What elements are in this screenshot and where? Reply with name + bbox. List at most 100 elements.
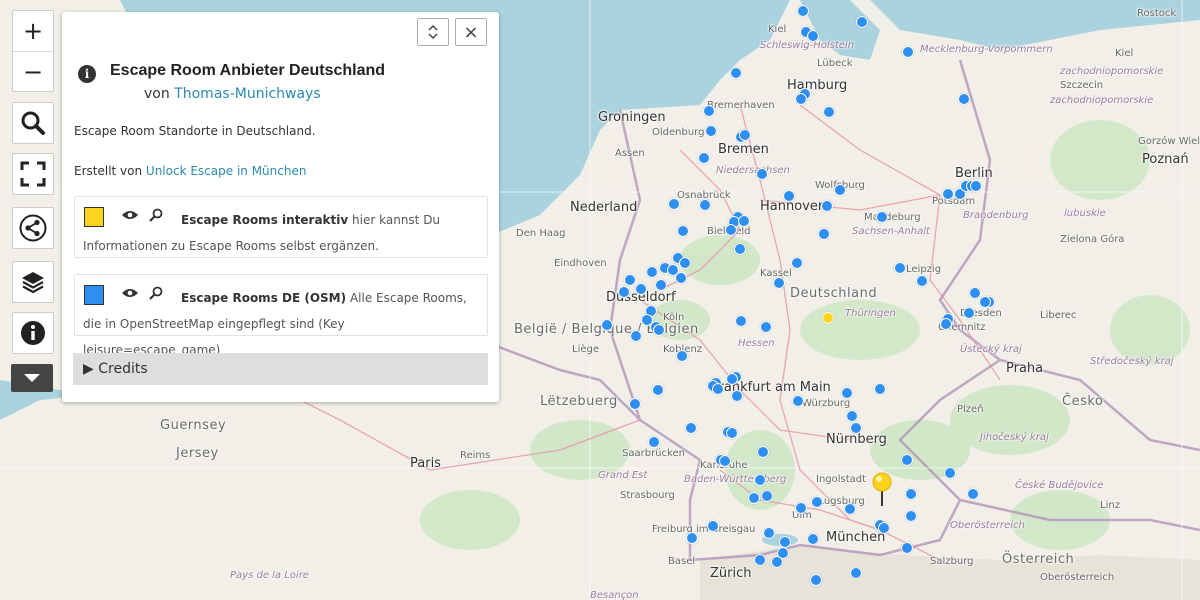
escape-room-marker[interactable] bbox=[703, 105, 715, 117]
escape-room-marker[interactable] bbox=[963, 307, 975, 319]
escape-room-marker[interactable] bbox=[630, 330, 642, 342]
escape-room-marker[interactable] bbox=[916, 275, 928, 287]
escape-room-marker[interactable] bbox=[655, 279, 667, 291]
escape-room-marker[interactable] bbox=[705, 125, 717, 137]
escape-room-marker[interactable] bbox=[942, 188, 954, 200]
escape-room-marker[interactable] bbox=[760, 321, 772, 333]
escape-room-marker[interactable] bbox=[739, 129, 751, 141]
credits-toggle[interactable]: ▶ Credits bbox=[73, 353, 488, 385]
escape-room-marker[interactable] bbox=[677, 225, 689, 237]
escape-room-marker[interactable] bbox=[679, 257, 691, 269]
fullscreen-button[interactable] bbox=[13, 154, 53, 194]
close-panel-button[interactable]: × bbox=[455, 18, 487, 46]
escape-room-marker[interactable] bbox=[698, 152, 710, 164]
escape-room-interactive-marker[interactable] bbox=[822, 312, 834, 324]
escape-room-marker[interactable] bbox=[761, 490, 773, 502]
escape-room-marker[interactable] bbox=[811, 496, 823, 508]
escape-room-marker[interactable] bbox=[791, 257, 803, 269]
info-icon: i bbox=[78, 65, 96, 83]
escape-room-marker[interactable] bbox=[771, 556, 783, 568]
escape-room-marker[interactable] bbox=[894, 262, 906, 274]
escape-room-marker[interactable] bbox=[773, 277, 785, 289]
escape-room-marker[interactable] bbox=[905, 510, 917, 522]
escape-room-marker[interactable] bbox=[821, 200, 833, 212]
escape-room-marker[interactable] bbox=[958, 93, 970, 105]
escape-room-marker[interactable] bbox=[807, 533, 819, 545]
escape-room-marker[interactable] bbox=[726, 427, 738, 439]
escape-room-marker[interactable] bbox=[792, 395, 804, 407]
escape-room-marker[interactable] bbox=[754, 474, 766, 486]
escape-room-marker[interactable] bbox=[712, 383, 724, 395]
escape-room-marker[interactable] bbox=[818, 228, 830, 240]
escape-room-marker[interactable] bbox=[846, 410, 858, 422]
escape-room-marker[interactable] bbox=[810, 574, 822, 586]
escape-room-marker[interactable] bbox=[646, 266, 658, 278]
zoom-in-button[interactable]: + bbox=[13, 11, 53, 51]
escape-room-marker[interactable] bbox=[876, 211, 888, 223]
escape-room-marker[interactable] bbox=[850, 422, 862, 434]
info-button[interactable] bbox=[13, 313, 53, 353]
escape-room-marker[interactable] bbox=[618, 286, 630, 298]
escape-room-marker[interactable] bbox=[797, 5, 809, 17]
layers-button[interactable] bbox=[13, 262, 53, 302]
escape-room-marker[interactable] bbox=[756, 168, 768, 180]
escape-room-marker[interactable] bbox=[738, 215, 750, 227]
escape-room-marker[interactable] bbox=[624, 274, 636, 286]
escape-room-marker[interactable] bbox=[635, 283, 647, 295]
escape-room-marker[interactable] bbox=[668, 198, 680, 210]
escape-room-marker[interactable] bbox=[601, 319, 613, 331]
escape-room-marker[interactable] bbox=[834, 184, 846, 196]
escape-room-marker[interactable] bbox=[795, 93, 807, 105]
escape-room-marker[interactable] bbox=[979, 296, 991, 308]
escape-room-marker[interactable] bbox=[725, 224, 737, 236]
escape-room-marker[interactable] bbox=[763, 527, 775, 539]
escape-room-marker[interactable] bbox=[902, 46, 914, 58]
escape-room-marker[interactable] bbox=[676, 350, 688, 362]
escape-room-marker[interactable] bbox=[748, 492, 760, 504]
escape-room-marker[interactable] bbox=[823, 106, 835, 118]
share-button[interactable] bbox=[13, 208, 53, 248]
escape-room-marker[interactable] bbox=[652, 384, 664, 396]
escape-room-marker[interactable] bbox=[629, 398, 641, 410]
layers-icon bbox=[22, 272, 44, 294]
expand-controls-button[interactable] bbox=[11, 364, 53, 392]
escape-room-marker[interactable] bbox=[734, 243, 746, 255]
escape-room-marker[interactable] bbox=[844, 503, 856, 515]
escape-room-marker[interactable] bbox=[699, 199, 711, 211]
escape-room-marker[interactable] bbox=[905, 488, 917, 500]
escape-room-marker[interactable] bbox=[878, 522, 890, 534]
escape-room-marker[interactable] bbox=[757, 446, 769, 458]
escape-room-marker[interactable] bbox=[940, 318, 952, 330]
escape-room-marker[interactable] bbox=[944, 467, 956, 479]
escape-room-marker[interactable] bbox=[901, 454, 913, 466]
escape-room-marker[interactable] bbox=[686, 532, 698, 544]
escape-room-marker[interactable] bbox=[754, 554, 766, 566]
search-button[interactable] bbox=[13, 103, 53, 143]
escape-room-marker[interactable] bbox=[856, 16, 868, 28]
created-link[interactable]: Unlock Escape in München bbox=[146, 164, 307, 178]
escape-room-marker[interactable] bbox=[731, 390, 743, 402]
escape-room-marker[interactable] bbox=[901, 542, 913, 554]
escape-room-marker[interactable] bbox=[970, 180, 982, 192]
escape-room-marker[interactable] bbox=[969, 287, 981, 299]
escape-room-marker[interactable] bbox=[783, 190, 795, 202]
escape-room-marker[interactable] bbox=[807, 30, 819, 42]
collapse-panel-button[interactable] bbox=[417, 18, 449, 46]
escape-room-marker[interactable] bbox=[726, 373, 738, 385]
escape-room-marker[interactable] bbox=[795, 502, 807, 514]
author-link[interactable]: Thomas-Munichways bbox=[174, 86, 320, 102]
escape-room-marker[interactable] bbox=[841, 387, 853, 399]
escape-room-marker[interactable] bbox=[850, 567, 862, 579]
escape-room-marker[interactable] bbox=[707, 520, 719, 532]
escape-room-marker[interactable] bbox=[675, 272, 687, 284]
escape-room-marker[interactable] bbox=[967, 488, 979, 500]
escape-room-marker[interactable] bbox=[735, 315, 747, 327]
escape-room-marker[interactable] bbox=[719, 455, 731, 467]
escape-room-marker[interactable] bbox=[874, 383, 886, 395]
escape-room-marker[interactable] bbox=[648, 436, 660, 448]
escape-room-marker[interactable] bbox=[730, 67, 742, 79]
escape-room-marker[interactable] bbox=[685, 422, 697, 434]
layer-name: Escape Rooms interaktiv bbox=[181, 213, 349, 227]
escape-room-marker[interactable] bbox=[653, 324, 665, 336]
zoom-out-button[interactable]: − bbox=[13, 51, 53, 91]
